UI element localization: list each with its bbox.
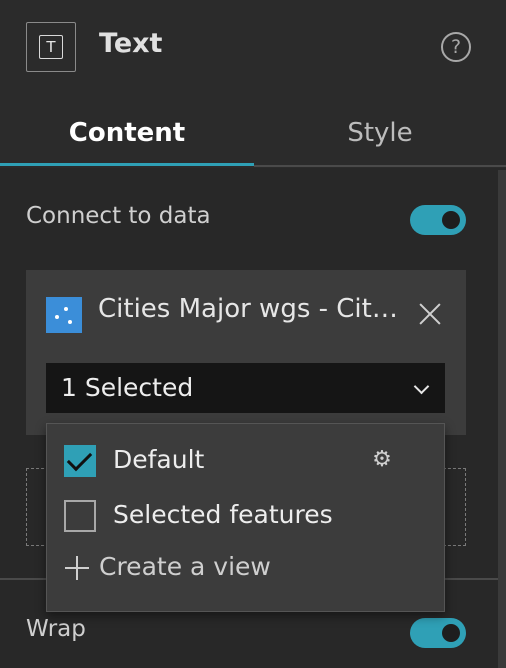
connect-to-data-label: Connect to data xyxy=(26,203,211,229)
toggle-knob xyxy=(442,624,460,642)
panel-title: Text xyxy=(99,28,163,59)
toggle-knob xyxy=(442,211,460,229)
icon-dot xyxy=(55,315,59,319)
tab-content[interactable]: Content xyxy=(0,98,254,168)
close-icon[interactable] xyxy=(416,300,444,328)
feature-layer-icon xyxy=(46,297,82,333)
help-icon[interactable]: ? xyxy=(441,32,471,62)
wrap-toggle[interactable] xyxy=(410,618,466,648)
create-view-label: Create a view xyxy=(99,552,271,581)
icon-dot xyxy=(68,320,72,324)
chevron-down-icon xyxy=(413,378,430,395)
view-selector-value: 1 Selected xyxy=(61,373,194,402)
text-widget-icon: T xyxy=(26,22,76,72)
view-selector[interactable]: 1 Selected xyxy=(46,363,445,413)
panel-header: T Text ? xyxy=(0,0,506,98)
plus-icon xyxy=(65,556,89,580)
menu-item-default[interactable]: Default ⚙ xyxy=(47,436,444,486)
view-dropdown-menu: Default ⚙ Selected features Create a vie… xyxy=(46,423,445,612)
text-icon-glyph: T xyxy=(39,35,63,59)
menu-item-label: Default xyxy=(113,445,205,474)
tab-bar: Content Style xyxy=(0,98,506,168)
tab-style[interactable]: Style xyxy=(254,98,506,168)
gear-icon[interactable]: ⚙ xyxy=(371,449,393,471)
checkbox-checked[interactable] xyxy=(64,445,96,477)
data-source-card: Cities Major wgs - Cities Major 1 Select… xyxy=(26,270,466,435)
icon-dot xyxy=(64,307,68,311)
connect-to-data-toggle[interactable] xyxy=(410,205,466,235)
data-source-name: Cities Major wgs - Cities Major xyxy=(98,294,398,324)
menu-item-selected-features[interactable]: Selected features xyxy=(47,491,444,541)
menu-item-label: Selected features xyxy=(113,500,333,529)
tab-divider xyxy=(254,165,506,167)
active-tab-indicator xyxy=(0,163,254,166)
wrap-label: Wrap xyxy=(26,616,86,642)
checkbox-unchecked[interactable] xyxy=(64,500,96,532)
scrollbar[interactable] xyxy=(498,170,506,668)
